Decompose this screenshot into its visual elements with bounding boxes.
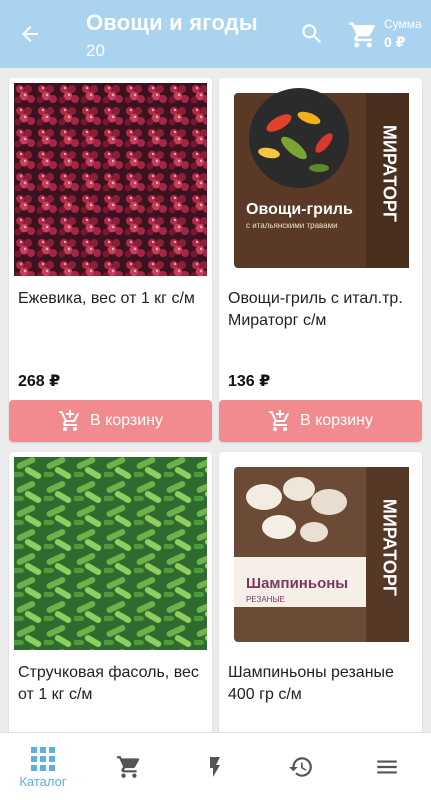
product-name: Шампиньоны резаные 400 гр с/м [228, 664, 394, 703]
product-image-grill-vegetables: Овощи-гриль с итальянскими травами МИРАТ… [224, 83, 417, 276]
package-subtitle: с итальянскими травами [246, 221, 338, 230]
package-brand: МИРАТОРГ [379, 498, 400, 597]
arrow-back-icon [22, 26, 38, 42]
back-button[interactable] [14, 18, 46, 50]
product-card[interactable]: Стручковая фасоль, вес от 1 кг с/м [9, 452, 212, 732]
cart-button[interactable]: Сумма 0 ₽ [348, 16, 428, 54]
nav-promo[interactable] [172, 733, 258, 800]
menu-icon [377, 760, 397, 774]
product-image-blackberry [14, 83, 207, 276]
grid-icon [31, 746, 55, 771]
search-icon [302, 24, 322, 44]
nav-menu[interactable] [344, 733, 430, 800]
package-title: Овощи-гриль [246, 201, 353, 218]
package-title: Шампиньоны [246, 575, 349, 592]
add-to-cart-label: В корзину [299, 412, 374, 429]
product-grid: Ежевика, вес от 1 кг с/м 268 ₽ В корзину [0, 68, 431, 732]
package-brand: МИРАТОРГ [379, 124, 400, 223]
add-to-cart-button[interactable]: В корзину [9, 400, 212, 442]
product-name: Стручковая фасоль, вес от 1 кг с/м [18, 664, 199, 703]
search-button[interactable] [296, 18, 328, 50]
product-image-green-beans [14, 457, 207, 650]
nav-catalog[interactable]: Каталог [0, 733, 86, 800]
product-card[interactable]: Ежевика, вес от 1 кг с/м 268 ₽ В корзину [9, 78, 212, 442]
add-cart-icon [268, 410, 289, 431]
shopping-cart-icon [117, 756, 140, 778]
cart-sum-label: Сумма [384, 17, 422, 31]
bottom-navigation: Каталог [0, 732, 431, 800]
nav-cart[interactable] [86, 733, 172, 800]
product-count: 20 [86, 41, 105, 60]
product-card[interactable]: Овощи-гриль с итальянскими травами МИРАТ… [219, 78, 422, 442]
app-bar: Овощи и ягоды 20 Сумма 0 ₽ [0, 0, 431, 68]
page-title: Овощи и ягоды [86, 10, 258, 35]
package-subtitle: РЕЗАНЫЕ [246, 595, 285, 604]
add-to-cart-button[interactable]: В корзину [219, 400, 422, 442]
cart-sum-value: 0 ₽ [384, 34, 406, 50]
nav-catalog-label: Каталог [19, 773, 67, 789]
product-price: 268 ₽ [18, 373, 61, 390]
product-card[interactable]: Шампиньоны РЕЗАНЫЕ МИРАТОРГ Шампиньоны р… [219, 452, 422, 732]
product-price: 136 ₽ [228, 373, 271, 390]
nav-history[interactable] [258, 733, 344, 800]
product-name: Ежевика, вес от 1 кг с/м [18, 290, 195, 307]
product-name: Овощи-гриль с итал.тр. Мираторг с/м [228, 290, 403, 329]
add-cart-icon [58, 410, 79, 431]
product-image-mushrooms: Шампиньоны РЕЗАНЫЕ МИРАТОРГ [224, 457, 417, 650]
history-icon [289, 757, 312, 777]
shopping-cart-icon [349, 22, 375, 48]
lightning-icon [210, 757, 220, 777]
add-to-cart-label: В корзину [89, 412, 164, 429]
